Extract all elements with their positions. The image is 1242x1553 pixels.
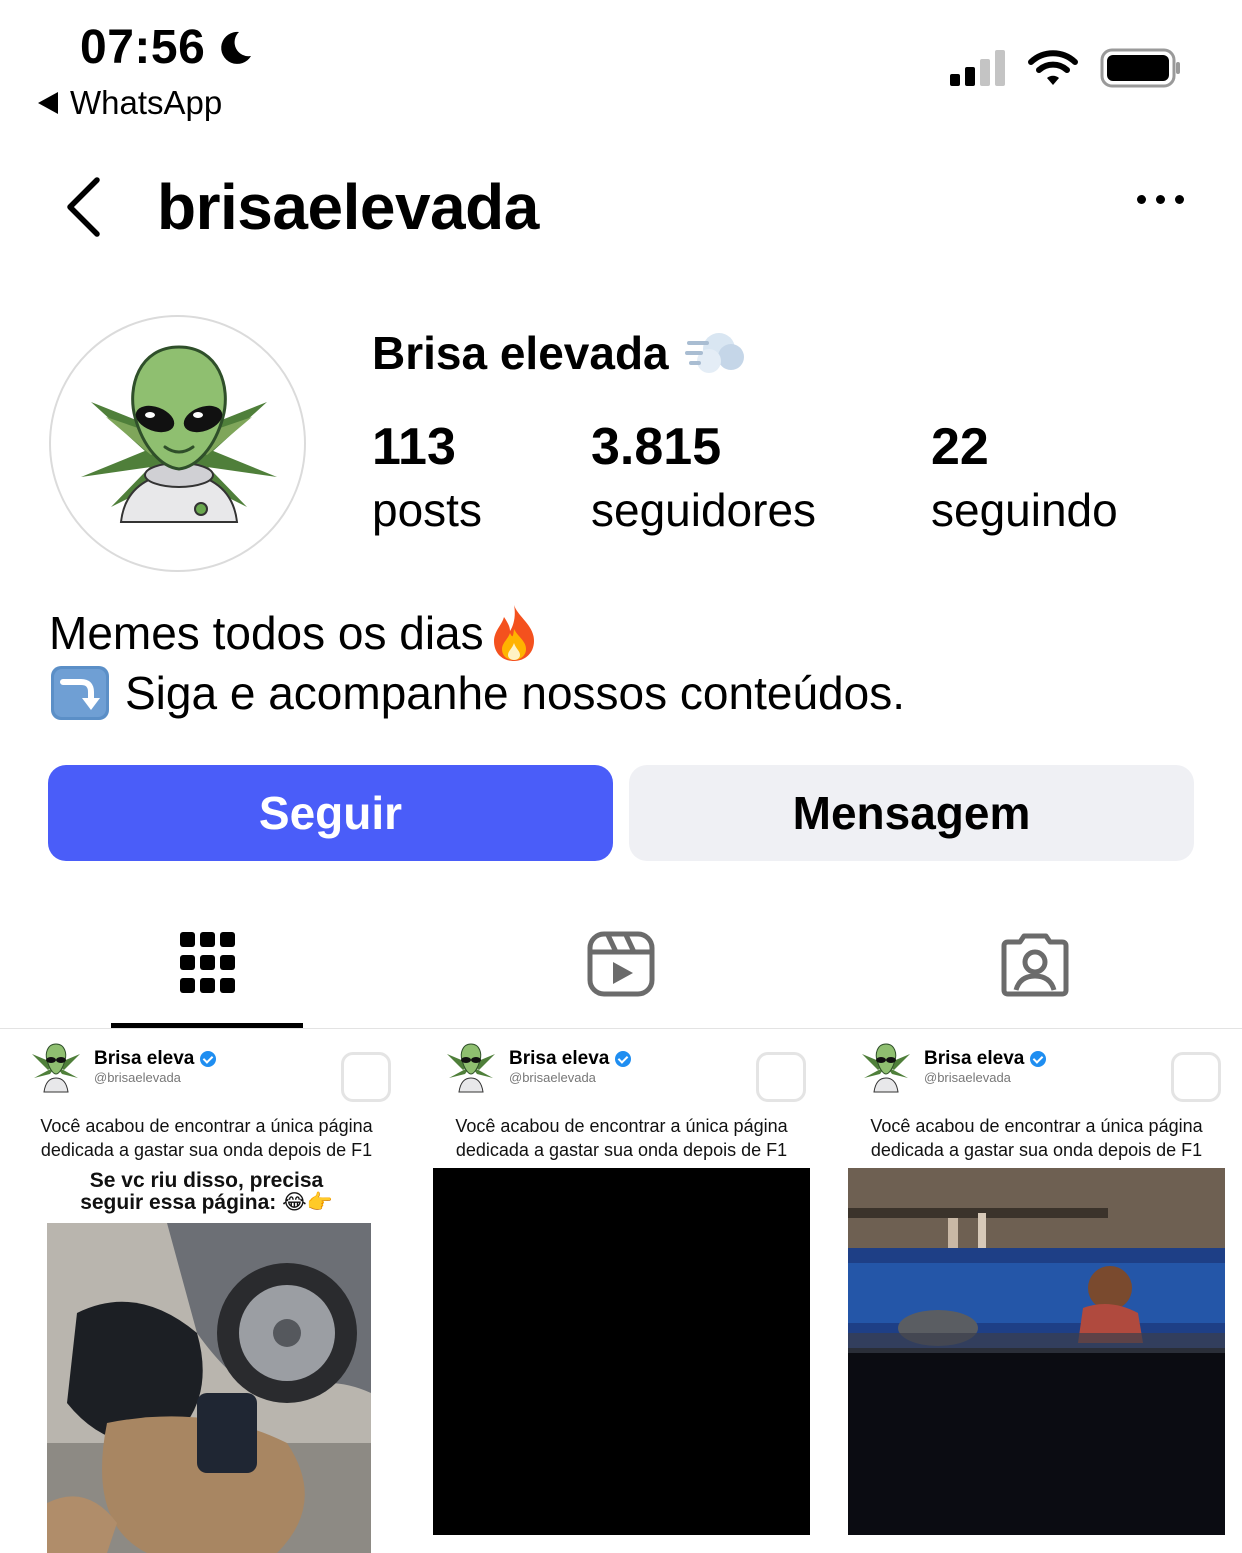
post-caption: Você acabou de encontrar a única página … <box>830 1114 1242 1162</box>
grid-icon <box>180 932 235 993</box>
post-header: Brisa eleva @brisaelevada <box>28 1038 217 1094</box>
post-tile[interactable]: Brisa eleva @brisaelevada Você acabou de… <box>0 1030 413 1553</box>
tagged-person-icon <box>1001 933 1069 997</box>
tab-tagged[interactable] <box>1000 928 1070 1003</box>
bio-line-1: Memes todos os dias <box>49 603 905 663</box>
display-name-text: Brisa elevada <box>372 327 669 379</box>
wifi-icon <box>1028 50 1078 85</box>
post-thumbnail-image <box>47 1223 371 1553</box>
dot <box>1156 195 1165 204</box>
reel-badge-icon <box>341 1052 391 1102</box>
stat-posts[interactable]: 113 posts <box>372 415 482 541</box>
post-tile[interactable]: Brisa eleva @brisaelevada Você acabou de… <box>830 1030 1242 1553</box>
verified-badge-icon <box>200 1050 217 1067</box>
arrow-curving-down-emoji-icon <box>51 666 109 720</box>
bio-text-2: Siga e acompanhe nossos conteúdos. <box>125 667 905 719</box>
post-author: Brisa eleva <box>509 1047 632 1070</box>
back-triangle-icon <box>38 92 58 114</box>
bio-text-1: Memes todos os dias <box>49 607 484 659</box>
tab-posts-grid[interactable] <box>178 928 236 1003</box>
post-caption: Você acabou de encontrar a única página … <box>415 1114 828 1162</box>
reel-badge-icon <box>1171 1052 1221 1102</box>
fire-emoji-icon <box>493 605 534 661</box>
post-subcaption: Se vc riu disso, precisa seguir essa pág… <box>0 1170 413 1214</box>
profile-avatar[interactable] <box>49 315 306 572</box>
post-thumbnail-image <box>433 1168 810 1535</box>
bio-line-2: Siga e acompanhe nossos conteúdos. <box>49 663 905 723</box>
tabs-divider <box>0 1028 1242 1029</box>
tab-reels[interactable] <box>586 928 656 1003</box>
dot <box>1175 195 1184 204</box>
alien-logo-image <box>81 345 277 523</box>
post-author: Brisa eleva <box>924 1047 1047 1070</box>
time-text: 07:56 <box>80 21 206 74</box>
stat-value: 113 <box>372 418 456 476</box>
back-chevron-icon[interactable] <box>60 172 110 242</box>
battery-icon <box>1100 48 1180 88</box>
subcaption-line: seguir essa página: 😂👉 <box>80 1191 333 1214</box>
mini-alien-avatar-icon <box>32 1043 80 1093</box>
post-author-name: Brisa eleva <box>924 1047 1025 1069</box>
caption-line: dedicada a gastar sua onda depois de F1 <box>870 1140 1203 1160</box>
profile-username: brisaelevada <box>157 171 539 243</box>
status-time: 07:56 <box>80 20 255 75</box>
caption-line: Você acabou de encontrar a única página <box>40 1116 373 1136</box>
post-header: Brisa eleva @brisaelevada <box>858 1038 1047 1094</box>
post-author-name: Brisa eleva <box>94 1047 195 1069</box>
caption-line: dedicada a gastar sua onda depois de F1 <box>455 1140 788 1160</box>
verified-badge-icon <box>615 1050 632 1067</box>
profile-display-name: Brisa elevada <box>372 325 747 381</box>
stat-label: seguidores <box>591 484 817 536</box>
cellular-signal-icon <box>950 50 1005 86</box>
stat-value: 22 <box>931 418 989 476</box>
dot <box>1137 195 1146 204</box>
reel-badge-icon <box>756 1052 806 1102</box>
post-handle: @brisaelevada <box>924 1069 1011 1085</box>
back-app-label: WhatsApp <box>70 84 223 121</box>
stat-following[interactable]: 22 seguindo <box>931 415 1118 541</box>
dash-away-emoji-icon <box>684 333 744 373</box>
caption-line: dedicada a gastar sua onda depois de F1 <box>40 1140 373 1160</box>
post-handle: @brisaelevada <box>509 1069 596 1085</box>
post-tile[interactable]: Brisa eleva @brisaelevada Você acabou de… <box>415 1030 828 1553</box>
status-indicators <box>950 48 1182 88</box>
mini-alien-avatar-icon <box>447 1043 495 1093</box>
stat-label: seguindo <box>931 484 1118 536</box>
reels-icon <box>587 931 655 997</box>
stat-label: posts <box>372 484 482 536</box>
subcaption-text: seguir essa página: <box>80 1191 277 1214</box>
follow-button[interactable]: Seguir <box>48 765 613 861</box>
mini-alien-avatar-icon <box>862 1043 910 1093</box>
back-to-app-link[interactable]: WhatsApp <box>38 84 222 122</box>
post-author-name: Brisa eleva <box>509 1047 610 1069</box>
message-button[interactable]: Mensagem <box>629 765 1194 861</box>
verified-badge-icon <box>1030 1050 1047 1067</box>
stat-value: 3.815 <box>591 418 722 476</box>
stat-followers[interactable]: 3.815 seguidores <box>591 415 816 541</box>
profile-bio: Memes todos os dias Siga e acompanhe nos… <box>49 603 905 723</box>
caption-line: Você acabou de encontrar a única página <box>455 1116 788 1136</box>
caption-line: Você acabou de encontrar a única página <box>870 1116 1203 1136</box>
more-options-icon[interactable] <box>1137 195 1184 204</box>
moon-icon <box>221 31 252 64</box>
post-handle: @brisaelevada <box>94 1069 181 1085</box>
post-author: Brisa eleva <box>94 1047 217 1070</box>
post-thumbnail-image <box>848 1168 1225 1535</box>
post-caption: Você acabou de encontrar a única página … <box>0 1114 413 1162</box>
post-header: Brisa eleva @brisaelevada <box>443 1038 632 1094</box>
subcaption-line: Se vc riu disso, precisa <box>89 1169 324 1192</box>
